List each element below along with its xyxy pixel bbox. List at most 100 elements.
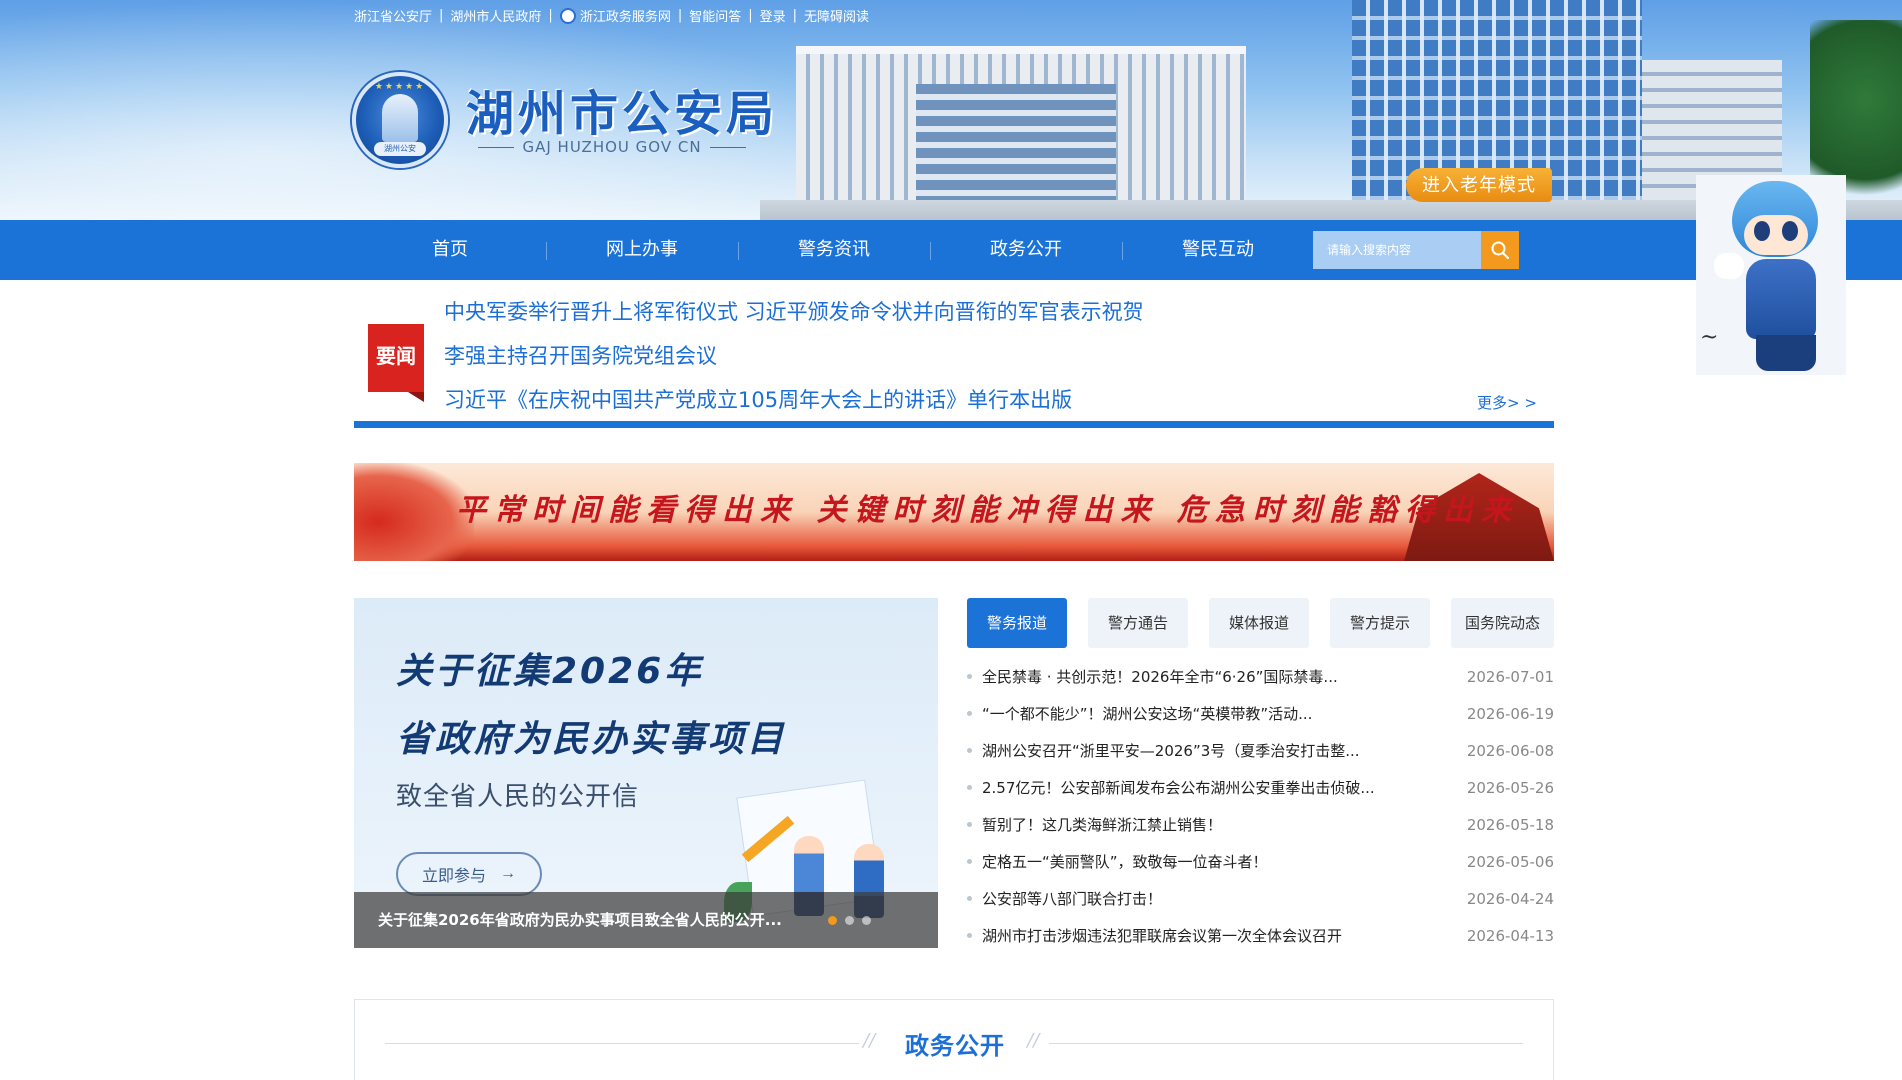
police-emblem-icon: ★★★★★ 湖州公安 xyxy=(352,72,448,168)
news-title[interactable]: 湖州公安召开“浙里平安—2026”3号（夏季治安打击整... xyxy=(982,740,1444,761)
separator: | xyxy=(677,8,683,23)
subtitle-line-right xyxy=(709,146,747,148)
search-button[interactable] xyxy=(1481,231,1519,269)
bullet-icon xyxy=(967,748,972,753)
mascot-thumbs-up xyxy=(1714,253,1744,279)
emblem-center xyxy=(382,94,418,142)
link-gov-service[interactable]: 浙江政务服务网 xyxy=(580,6,671,25)
news-title[interactable]: 暂别了！这几类海鲜浙江禁止销售！ xyxy=(982,814,1444,835)
section-title: 政务公开 xyxy=(905,1032,1005,1060)
gov-affairs-section: // 政务公开 // xyxy=(354,999,1554,1080)
link-login[interactable]: 登录 xyxy=(760,6,786,25)
police-mascot[interactable]: ~ xyxy=(1696,175,1846,375)
mascot-signature: ~ xyxy=(1700,325,1719,350)
list-item[interactable]: 暂别了！这几类海鲜浙江禁止销售！ 2026-05-18 xyxy=(967,806,1554,843)
subtitle-line-left xyxy=(478,146,515,148)
feature-subtitle: 致全省人民的公开信 xyxy=(396,782,640,812)
news-date: 2026-05-18 xyxy=(1466,815,1554,834)
join-now-label: 立即参与 xyxy=(421,868,486,885)
list-item[interactable]: 2.57亿元！公安部新闻发布会公布湖州公安重拳出击侦破... 2026-05-26 xyxy=(967,769,1554,806)
tab-state-council[interactable]: 国务院动态 xyxy=(1451,598,1554,648)
headline-list: 中央军委举行晋升上将军衔仪式 习近平颁发命令状并向晋衔的军官表示祝贺 李强主持召… xyxy=(444,290,1144,422)
nav-items: 首页 网上办事 警务资讯 政务公开 警民互动 xyxy=(354,220,1314,280)
link-provincial-police[interactable]: 浙江省公安厅 xyxy=(354,6,432,25)
elder-mode-button[interactable]: 进入老年模式 xyxy=(1406,168,1552,202)
section-rule-left xyxy=(385,1043,859,1044)
carousel-dot[interactable] xyxy=(828,916,837,925)
list-item[interactable]: 湖州公安召开“浙里平安—2026”3号（夏季治安打击整... 2026-06-08 xyxy=(967,732,1554,769)
banner-slogan: 平常时间能看得出来 关键时刻能冲得出来 危急时刻能豁得出来 xyxy=(456,493,1519,528)
news-date: 2026-04-13 xyxy=(1466,926,1554,945)
headline-news: 要闻 中央军委举行晋升上将军衔仪式 习近平颁发命令状并向晋衔的军官表示祝贺 李强… xyxy=(354,280,1554,430)
news-title[interactable]: 公安部等八部门联合打击！ xyxy=(982,888,1444,909)
separator: | xyxy=(439,8,444,23)
nav-item-interaction[interactable]: 警民互动 xyxy=(1122,220,1314,280)
section-slash: // xyxy=(1027,1030,1040,1051)
bullet-icon xyxy=(967,933,972,938)
headline-item[interactable]: 中央军委举行晋升上将军衔仪式 习近平颁发命令状并向晋衔的军官表示祝贺 xyxy=(444,290,1144,334)
bullet-icon xyxy=(967,785,972,790)
carousel-dots xyxy=(828,916,871,925)
search-input[interactable] xyxy=(1313,231,1481,269)
bullet-icon xyxy=(967,896,972,901)
list-item[interactable]: 湖州市打击涉烟违法犯罪联席会议第一次全体会议召开 2026-04-13 xyxy=(967,917,1554,954)
carousel-dot[interactable] xyxy=(862,916,871,925)
gov-service-icon xyxy=(559,7,576,24)
join-now-button[interactable]: 立即参与 → xyxy=(396,852,542,896)
news-tabs: 警务报道 警方通告 媒体报道 警方提示 国务院动态 xyxy=(967,598,1554,648)
list-item[interactable]: 定格五一“美丽警队”，致敬每一位奋斗者！ 2026-05-06 xyxy=(967,843,1554,880)
news-title[interactable]: 定格五一“美丽警队”，致敬每一位奋斗者！ xyxy=(982,851,1444,872)
emblem-ribbon: 湖州公安 xyxy=(374,142,426,156)
bullet-icon xyxy=(967,711,972,716)
separator: | xyxy=(548,8,553,23)
mascot-legs xyxy=(1756,335,1816,371)
headline-divider xyxy=(354,421,1554,428)
mascot-eye xyxy=(1782,221,1798,241)
more-headlines-link[interactable]: 更多> > xyxy=(1477,392,1537,413)
news-date: 2026-04-24 xyxy=(1466,889,1554,908)
headline-badge: 要闻 xyxy=(368,324,424,402)
list-item[interactable]: 全民禁毒 · 共创示范！2026年全市“6·26”国际禁毒... 2026-07-… xyxy=(967,658,1554,695)
section-rule-right xyxy=(1049,1043,1523,1044)
tab-police-tips[interactable]: 警方提示 xyxy=(1330,598,1430,648)
news-list: 全民禁毒 · 共创示范！2026年全市“6·26”国际禁毒... 2026-07-… xyxy=(967,658,1554,954)
feature-title-line2: 省政府为民办实事项目 xyxy=(396,719,787,760)
news-title[interactable]: 2.57亿元！公安部新闻发布会公布湖州公安重拳出击侦破... xyxy=(982,777,1444,798)
nav-item-gov-affairs[interactable]: 政务公开 xyxy=(930,220,1122,280)
site-title: 湖州市公安局 xyxy=(466,86,779,142)
arrow-right-icon: → xyxy=(500,865,516,882)
site-header: 浙江省公安厅 | 湖州市人民政府 | 浙江政务服务网 | 智能问答 | 登录 |… xyxy=(0,0,1902,220)
headline-item[interactable]: 李强主持召开国务院党组会议 xyxy=(444,334,1144,378)
link-smart-qa[interactable]: 智能问答 xyxy=(689,6,741,25)
section-slash: // xyxy=(863,1030,876,1051)
emblem-stars: ★★★★★ xyxy=(374,82,426,92)
news-title[interactable]: “一个都不能少”！湖州公安这场“英模带教”活动... xyxy=(982,703,1444,724)
news-title[interactable]: 全民禁毒 · 共创示范！2026年全市“6·26”国际禁毒... xyxy=(982,666,1444,687)
bullet-icon xyxy=(967,859,972,864)
headline-item[interactable]: 习近平《在庆祝中国共产党成立105周年大会上的讲话》单行本出版 xyxy=(444,378,1144,422)
news-date: 2026-05-06 xyxy=(1466,852,1554,871)
bullet-icon xyxy=(967,822,972,827)
tab-police-notices[interactable]: 警方通告 xyxy=(1088,598,1188,648)
nav-item-home[interactable]: 首页 xyxy=(354,220,546,280)
link-city-government[interactable]: 湖州市人民政府 xyxy=(450,6,541,25)
building-illustration xyxy=(796,46,1246,220)
nav-item-online-services[interactable]: 网上办事 xyxy=(546,220,738,280)
feature-carousel[interactable]: 关于征集2026年 省政府为民办实事项目 致全省人民的公开信 立即参与 → 关于… xyxy=(354,598,938,948)
site-subtitle-text: GAJ HUZHOU GOV CN xyxy=(522,138,702,156)
slogan-banner[interactable]: 平常时间能看得出来 关键时刻能冲得出来 危急时刻能豁得出来 xyxy=(354,463,1554,561)
separator: | xyxy=(748,8,753,23)
link-accessibility[interactable]: 无障碍阅读 xyxy=(804,6,869,25)
main-nav: 首页 网上办事 警务资讯 政务公开 警民互动 xyxy=(0,220,1902,280)
carousel-dot[interactable] xyxy=(845,916,854,925)
news-date: 2026-05-26 xyxy=(1466,778,1554,797)
tab-police-reports[interactable]: 警务报道 xyxy=(967,598,1067,648)
news-title[interactable]: 湖州市打击涉烟违法犯罪联席会议第一次全体会议召开 xyxy=(982,925,1444,946)
site-subtitle: GAJ HUZHOU GOV CN xyxy=(470,138,754,156)
feature-title-line1: 关于征集2026年 xyxy=(396,651,704,692)
list-item[interactable]: 公安部等八部门联合打击！ 2026-04-24 xyxy=(967,880,1554,917)
list-item[interactable]: “一个都不能少”！湖州公安这场“英模带教”活动... 2026-06-19 xyxy=(967,695,1554,732)
nav-item-police-news[interactable]: 警务资讯 xyxy=(738,220,930,280)
mascot-body xyxy=(1746,259,1816,339)
tab-media-reports[interactable]: 媒体报道 xyxy=(1209,598,1309,648)
